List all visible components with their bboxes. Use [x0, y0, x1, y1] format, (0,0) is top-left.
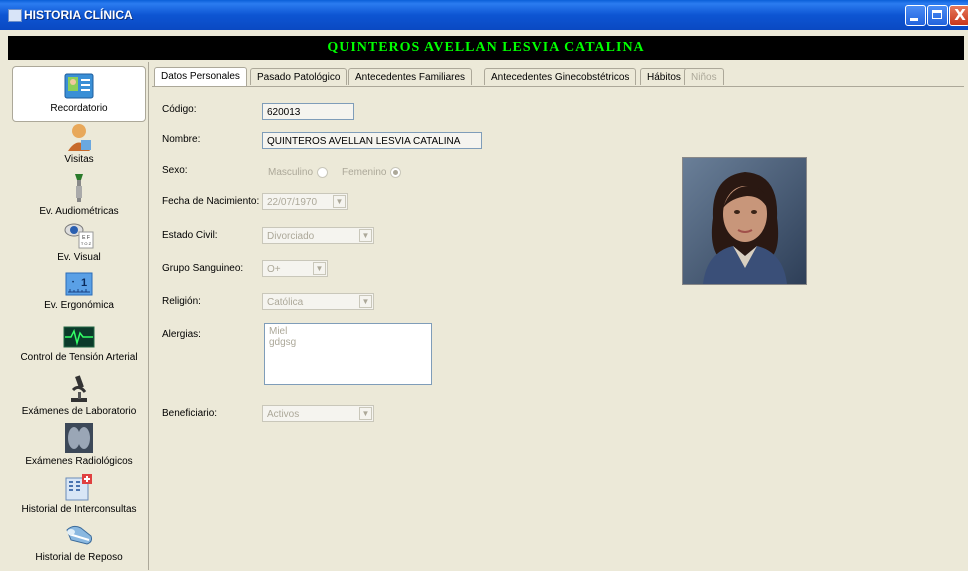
- fecha-nacimiento-value: 22/07/1970: [267, 197, 318, 208]
- beneficiario-label: Beneficiario:: [162, 408, 218, 419]
- sidebar-item-ev-visual[interactable]: E F T O Z Ev. Visual: [12, 220, 146, 268]
- sidebar-item-recordatorio[interactable]: Recordatorio: [12, 66, 146, 122]
- alergias-textarea[interactable]: Miel gdgsg: [264, 323, 432, 385]
- sidebar: Recordatorio Visitas Ev. Audiométricas E…: [8, 62, 149, 570]
- alergias-label: Alergias:: [162, 329, 201, 340]
- sidebar-item-label: Control de Tensión Arterial: [20, 352, 138, 363]
- beneficiario-select: Activos ▼: [262, 405, 374, 422]
- sidebar-item-label: Ev. Ergonómica: [44, 300, 114, 311]
- alergias-line: Miel: [269, 326, 288, 337]
- sidebar-item-audiometricas[interactable]: Ev. Audiométricas: [12, 172, 146, 220]
- alergias-line: gdgsg: [269, 337, 297, 348]
- radio-label: Femenino: [342, 167, 387, 179]
- maximize-button[interactable]: [927, 5, 948, 26]
- sidebar-item-label: Visitas: [64, 154, 94, 165]
- tab-ninos: Niños: [684, 68, 724, 85]
- nombre-field[interactable]: QUINTEROS AVELLAN LESVIA CATALINA: [262, 132, 482, 149]
- tab-antecedentes-familiares[interactable]: Antecedentes Familiares: [348, 68, 473, 85]
- religion-value: Católica: [267, 297, 304, 308]
- sidebar-item-visitas[interactable]: Visitas: [12, 122, 146, 172]
- religion-select: Católica ▼: [262, 293, 374, 310]
- sidebar-item-label: Exámenes Radiológicos: [25, 456, 133, 467]
- sidebar-item-label: Historial de Interconsultas: [21, 504, 137, 515]
- tab-habitos[interactable]: Hábitos: [640, 68, 688, 85]
- eye-chart-icon: E F T O Z: [64, 223, 94, 249]
- minimize-icon: [910, 18, 918, 21]
- sidebar-item-label: Recordatorio: [50, 103, 108, 114]
- sidebar-item-label: Ev. Visual: [57, 252, 101, 263]
- microscope-icon: [71, 375, 87, 402]
- window-title: HISTORIA CLÍNICA: [24, 8, 133, 22]
- sidebar-item-label: Ev. Audiométricas: [39, 206, 119, 217]
- tab-antecedentes-ginecobstetricos[interactable]: Antecedentes Ginecobstétricos: [484, 68, 637, 85]
- close-icon: X: [954, 6, 966, 24]
- radio-label: Masculino: [268, 167, 314, 179]
- fecha-nacimiento-label: Fecha de Nacimiento:: [162, 196, 260, 207]
- xray-icon: [65, 423, 93, 453]
- heart-monitor-icon: [63, 326, 95, 348]
- estado-civil-value: Divorciado: [267, 231, 315, 242]
- radio-selected-icon: [390, 167, 402, 178]
- title-bar: HISTORIA CLÍNICA X: [0, 0, 968, 30]
- svg-text:1: 1: [81, 277, 87, 289]
- religion-label: Religión:: [162, 296, 201, 307]
- ruler-icon: 1 •: [65, 272, 93, 296]
- chevron-down-icon: ▼: [333, 195, 346, 208]
- chevron-down-icon: ▼: [359, 229, 372, 242]
- codigo-field[interactable]: 620013: [262, 103, 354, 120]
- sidebar-item-radiologicos[interactable]: Exámenes Radiológicos: [12, 422, 146, 472]
- grupo-sanguineo-value: O+: [267, 264, 281, 275]
- chevron-down-icon: ▼: [359, 407, 372, 420]
- sexo-label: Sexo:: [162, 165, 188, 176]
- chevron-down-icon: ▼: [313, 262, 326, 275]
- user-visit-icon: [68, 124, 91, 151]
- id-card-icon: [64, 73, 94, 99]
- codigo-label: Código:: [162, 104, 197, 115]
- nombre-label: Nombre:: [162, 134, 201, 145]
- maximize-icon: [932, 10, 942, 19]
- patient-name-banner: QUINTEROS AVELLAN LESVIA CATALINA: [8, 36, 964, 60]
- sidebar-item-tension-arterial[interactable]: Control de Tensión Arterial: [12, 324, 146, 372]
- datos-personales-panel: Código: 620013 Nombre: QUINTEROS AVELLAN…: [152, 86, 964, 571]
- estado-civil-label: Estado Civil:: [162, 230, 218, 241]
- beneficiario-value: Activos: [267, 409, 300, 420]
- tab-pasado-patologico[interactable]: Pasado Patológico: [250, 68, 348, 85]
- app-icon: [8, 9, 22, 22]
- sidebar-item-laboratorio[interactable]: Exámenes de Laboratorio: [12, 374, 146, 422]
- sexo-femenino-radio: Femenino: [342, 167, 402, 179]
- main-content: Datos Personales Pasado Patológico Antec…: [150, 62, 964, 570]
- sidebar-item-label: Historial de Reposo: [35, 552, 123, 563]
- sexo-masculino-radio: Masculino: [268, 167, 329, 179]
- hospital-icon: [65, 474, 92, 501]
- patient-photo: [682, 157, 807, 285]
- grupo-sanguineo-select: O+ ▼: [262, 260, 328, 277]
- fecha-nacimiento-picker: 22/07/1970 ▼: [262, 193, 348, 210]
- grupo-sanguineo-label: Grupo Sanguineo:: [162, 263, 244, 274]
- tab-datos-personales[interactable]: Datos Personales: [154, 67, 247, 86]
- sidebar-item-ergonomica[interactable]: 1 • Ev. Ergonómica: [12, 270, 146, 322]
- sidebar-item-reposo[interactable]: Historial de Reposo: [12, 522, 146, 570]
- bed-icon: [66, 525, 92, 545]
- minimize-button[interactable]: [905, 5, 926, 26]
- sidebar-item-label: Exámenes de Laboratorio: [21, 406, 137, 417]
- close-button[interactable]: X: [949, 5, 968, 26]
- svg-text:T O Z: T O Z: [81, 241, 92, 246]
- estado-civil-select: Divorciado ▼: [262, 227, 374, 244]
- sidebar-item-interconsultas[interactable]: Historial de Interconsultas: [12, 472, 146, 522]
- radio-circle-icon: [317, 167, 329, 178]
- audiometry-icon: [75, 174, 83, 202]
- svg-text:•: •: [72, 280, 74, 286]
- chevron-down-icon: ▼: [359, 295, 372, 308]
